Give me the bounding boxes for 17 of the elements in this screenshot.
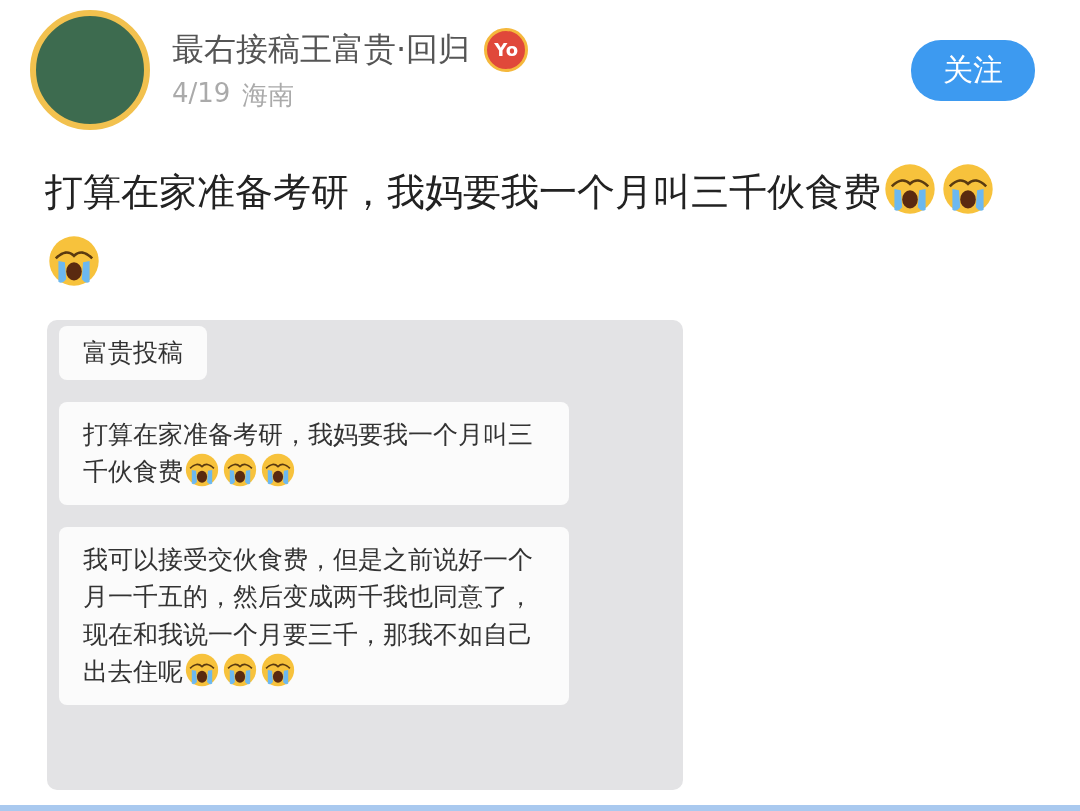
crying-face-icon: [185, 453, 219, 488]
crying-face-icon: [942, 163, 994, 215]
post-text: 打算在家准备考研，我妈要我一个月叫三千伙食费: [45, 156, 1035, 301]
chat-title-bubble: 富贵投稿: [59, 326, 207, 380]
author-name[interactable]: 最右接稿王富贵·回归: [172, 27, 471, 72]
crying-face-icon: [223, 653, 257, 688]
crying-face-icon: [185, 653, 219, 688]
crying-face-icon: [261, 653, 295, 688]
crying-face-icon: [48, 235, 100, 288]
yo-badge: Yo: [484, 27, 529, 72]
chat-message-bubble: 打算在家准备考研，我妈要我一个月叫三千伙食费: [59, 401, 569, 505]
chat-message-bubble: 我可以接受交伙食费，但是之前说好一个月一千五的，然后变成两千我也同意了，现在和我说一个月要三千，那我不如自己出去住呢: [59, 526, 569, 705]
crying-face-icon: [261, 453, 295, 488]
post-location: 海南: [242, 78, 295, 112]
crying-face-icon: [884, 163, 936, 215]
crying-face-icon: [223, 453, 257, 488]
post-date: 4/19: [172, 77, 231, 110]
